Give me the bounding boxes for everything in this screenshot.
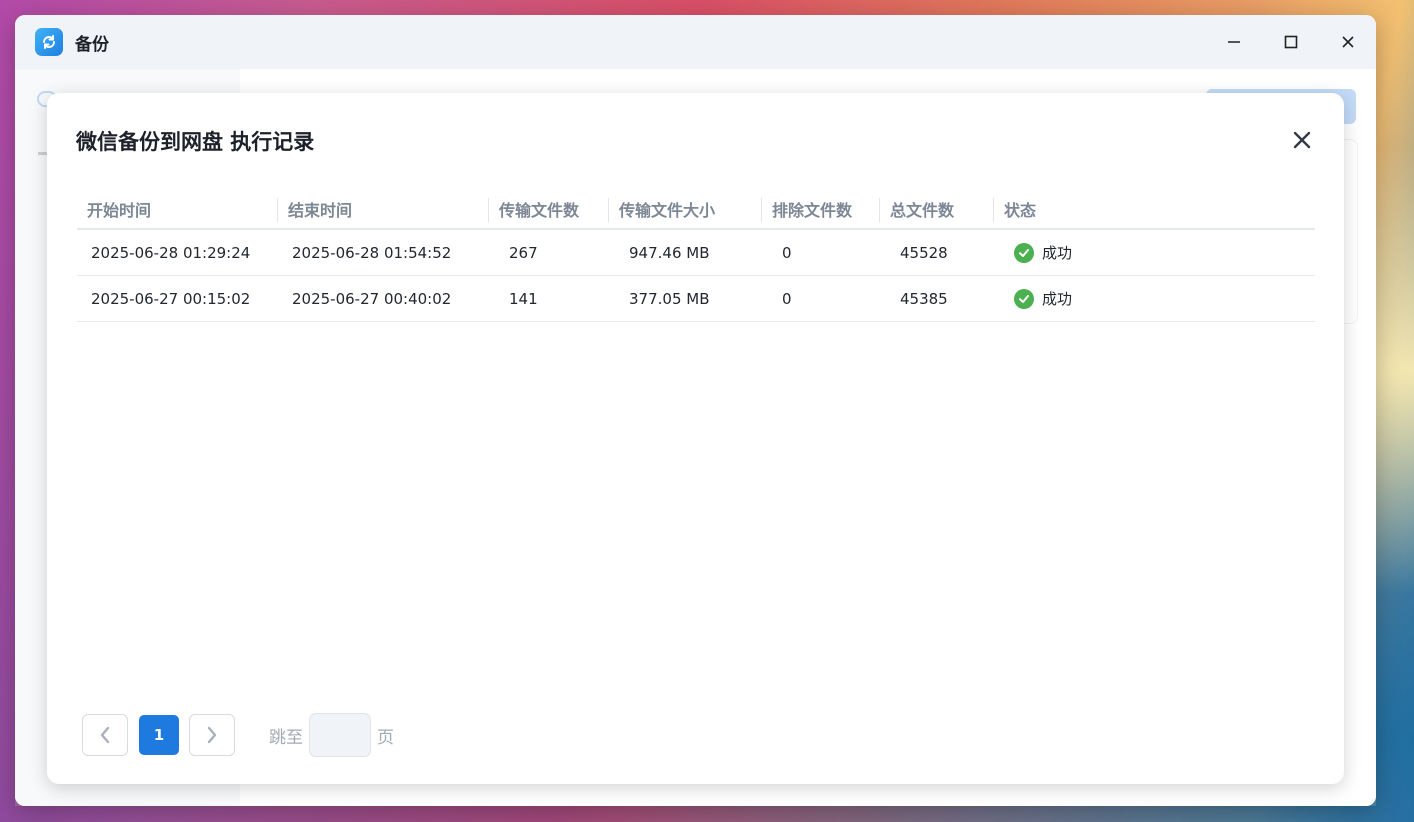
cell-transferred-count: 141 — [509, 289, 538, 308]
pagination: 1 跳至 页 — [82, 713, 394, 757]
status-text: 成功 — [1042, 244, 1073, 262]
col-total-count: 总文件数 — [880, 189, 994, 228]
records-table: 开始时间 结束时间 传输文件数 传输文件大小 排除文件数 总文件数 状态 202… — [77, 189, 1315, 322]
jump-page-input[interactable] — [309, 713, 371, 757]
cell-excluded-count: 0 — [782, 243, 792, 262]
cell-status: 成功 — [994, 288, 1315, 309]
col-status: 状态 — [1004, 200, 1037, 220]
maximize-icon — [1284, 35, 1297, 49]
cell-excluded-count: 0 — [782, 289, 792, 308]
dialog-close-icon — [1293, 131, 1311, 149]
cell-start-time: 2025-06-27 00:15:02 — [91, 289, 251, 308]
cell-transferred-size: 947.46 MB — [629, 243, 710, 262]
prev-page-button[interactable] — [82, 714, 128, 756]
maximize-button[interactable] — [1262, 15, 1319, 69]
table-header: 开始时间 结束时间 传输文件数 传输文件大小 排除文件数 总文件数 状态 — [77, 189, 1315, 230]
cell-total-count: 45528 — [900, 243, 948, 262]
close-window-button[interactable] — [1319, 15, 1376, 69]
col-start-time: 开始时间 — [77, 189, 278, 228]
status-badge: 成功 — [1014, 288, 1072, 309]
success-check-icon — [1014, 242, 1034, 263]
page-suffix-label: 页 — [377, 727, 394, 748]
minimize-icon — [1227, 41, 1240, 43]
chevron-right-icon — [207, 726, 217, 744]
cell-end-time: 2025-06-27 00:40:02 — [292, 289, 452, 308]
chevron-left-icon — [100, 726, 110, 744]
status-badge: 成功 — [1014, 242, 1072, 263]
cell-total-count: 45385 — [900, 289, 948, 308]
table-row: 2025-06-27 00:15:02 2025-06-27 00:40:02 … — [77, 276, 1315, 322]
app-backup-icon — [35, 28, 63, 56]
cell-start-time: 2025-06-28 01:29:24 — [91, 243, 251, 262]
jump-to-label: 跳至 — [269, 727, 303, 748]
window-controls — [1205, 15, 1376, 69]
cell-transferred-size: 377.05 MB — [629, 289, 710, 308]
next-page-button[interactable] — [189, 714, 235, 756]
dialog-close-button[interactable] — [1290, 128, 1314, 152]
table-row: 2025-06-28 01:29:24 2025-06-28 01:54:52 … — [77, 230, 1315, 276]
cell-status: 成功 — [994, 242, 1315, 263]
dialog-title: 微信备份到网盘 执行记录 — [76, 130, 315, 154]
col-transferred-count: 传输文件数 — [489, 189, 609, 228]
cell-transferred-count: 267 — [509, 243, 538, 262]
close-icon — [1341, 36, 1354, 48]
status-text: 成功 — [1042, 290, 1073, 308]
execution-log-dialog: 微信备份到网盘 执行记录 开始时间 结束时间 传输文件数 传输文件大小 排除文件… — [47, 93, 1344, 784]
page-number-button[interactable]: 1 — [139, 715, 179, 755]
titlebar: 备份 — [15, 15, 1376, 69]
minimize-button[interactable] — [1205, 15, 1262, 69]
col-excluded-count: 排除文件数 — [762, 189, 880, 228]
cell-end-time: 2025-06-28 01:54:52 — [292, 243, 452, 262]
app-title: 备份 — [75, 34, 109, 55]
col-transferred-size: 传输文件大小 — [609, 189, 762, 228]
success-check-icon — [1014, 288, 1034, 309]
col-end-time: 结束时间 — [278, 189, 489, 228]
